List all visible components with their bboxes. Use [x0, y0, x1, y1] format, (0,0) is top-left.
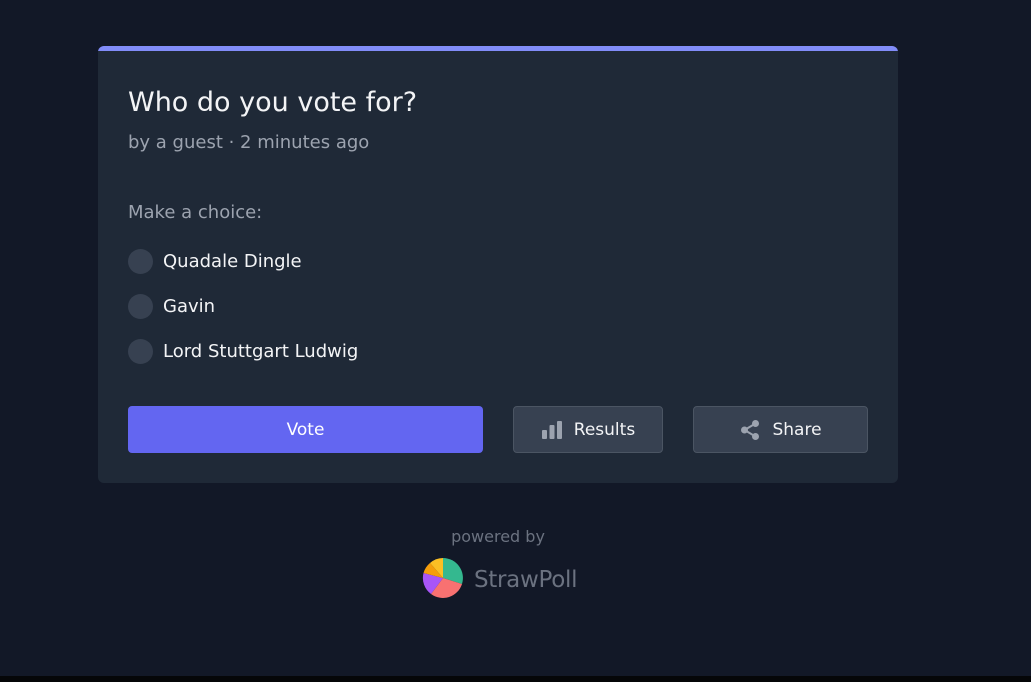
poll-title: Who do you vote for? [128, 87, 418, 118]
strawpoll-logo-icon [422, 557, 464, 603]
radio-button[interactable] [128, 339, 153, 364]
vote-button[interactable]: Vote [128, 406, 483, 453]
strawpoll-brand-link[interactable]: StrawPoll [422, 557, 577, 603]
choice-prompt: Make a choice: [128, 202, 263, 223]
radio-button[interactable] [128, 294, 153, 319]
share-button-label: Share [772, 419, 822, 440]
radio-button[interactable] [128, 249, 153, 274]
option-label: Lord Stuttgart Ludwig [163, 341, 359, 362]
option-label: Gavin [163, 296, 216, 317]
powered-by-text: powered by [451, 527, 545, 546]
brand-name: StrawPoll [474, 567, 578, 593]
poll-meta: by a guest · 2 minutes ago [128, 132, 370, 153]
page: Who do you vote for? by a guest · 2 minu… [0, 0, 1031, 676]
option-label: Quadale Dingle [163, 251, 302, 272]
poll-option[interactable]: Quadale Dingle [128, 248, 358, 275]
bar-chart-icon [541, 420, 563, 439]
results-button[interactable]: Results [513, 406, 663, 453]
poll-option[interactable]: Lord Stuttgart Ludwig [128, 338, 358, 365]
poll-option[interactable]: Gavin [128, 293, 358, 320]
card-accent-bar [98, 46, 898, 51]
poll-card: Who do you vote for? by a guest · 2 minu… [98, 46, 898, 483]
share-icon [739, 419, 761, 441]
results-button-label: Results [573, 419, 636, 440]
share-button[interactable]: Share [693, 406, 868, 453]
bottom-edge [0, 676, 1031, 682]
vote-button-label: Vote [286, 419, 325, 440]
poll-options: Quadale Dingle Gavin Lord Stuttgart Ludw… [128, 248, 358, 383]
